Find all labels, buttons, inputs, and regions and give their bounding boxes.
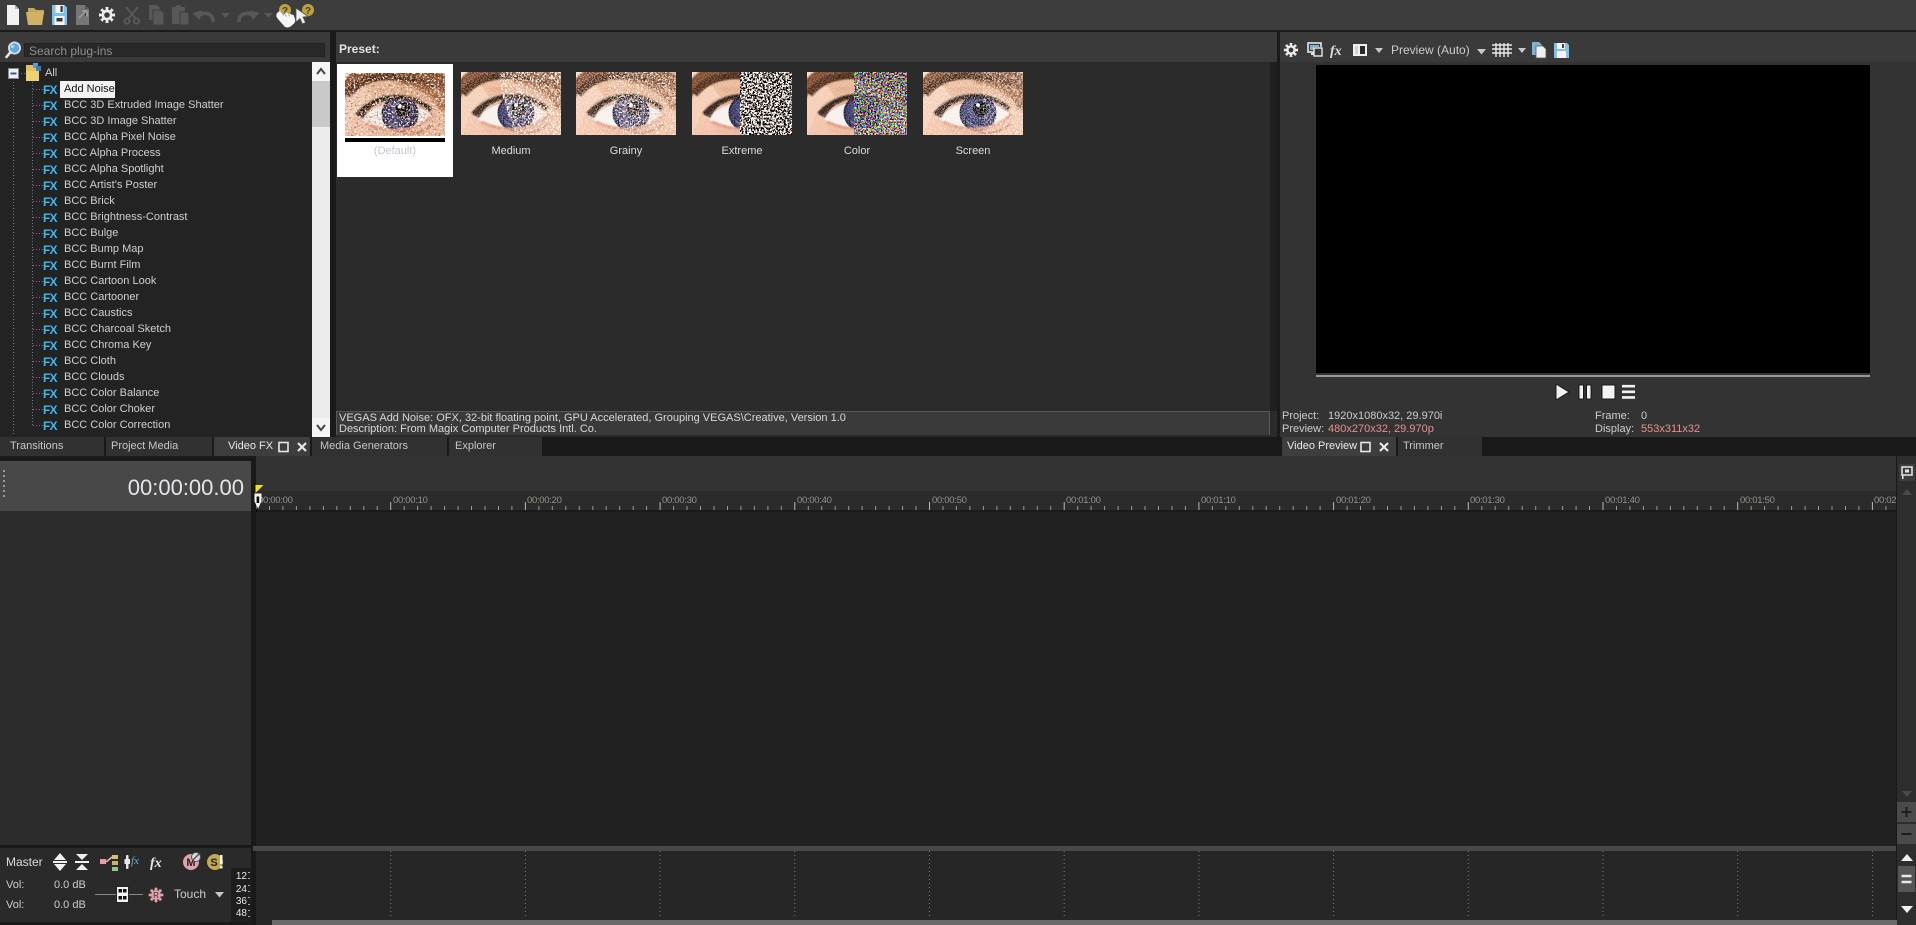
svg-text:FX: FX (43, 211, 58, 225)
svg-text:FX: FX (43, 291, 58, 305)
svg-text:FX: FX (43, 307, 58, 321)
svg-text:FX: FX (43, 99, 58, 113)
svg-text:fx: fx (150, 856, 162, 871)
svg-text:FX: FX (43, 259, 58, 273)
svg-text:FX: FX (43, 195, 58, 209)
svg-text:FX: FX (43, 403, 58, 417)
svg-text:S: S (210, 857, 217, 869)
svg-text:FX: FX (43, 179, 58, 193)
svg-text:FX: FX (43, 339, 58, 353)
svg-text:FX: FX (43, 115, 58, 129)
svg-text:FX: FX (43, 131, 58, 145)
svg-text:FX: FX (43, 371, 58, 385)
svg-text:FX: FX (43, 275, 58, 289)
svg-text:R: R (153, 891, 159, 900)
svg-text:FX: FX (43, 227, 58, 241)
svg-text:FX: FX (43, 83, 58, 97)
svg-text:fx: fx (1330, 44, 1342, 59)
svg-text:FX: FX (43, 243, 58, 257)
svg-text:FX: FX (43, 387, 58, 401)
svg-text:FX: FX (43, 355, 58, 369)
svg-text:FX: FX (43, 419, 58, 433)
svg-text:FX: FX (43, 163, 58, 177)
svg-text:FX: FX (43, 323, 58, 337)
svg-text:fx: fx (131, 855, 139, 867)
svg-text:FX: FX (43, 147, 58, 161)
